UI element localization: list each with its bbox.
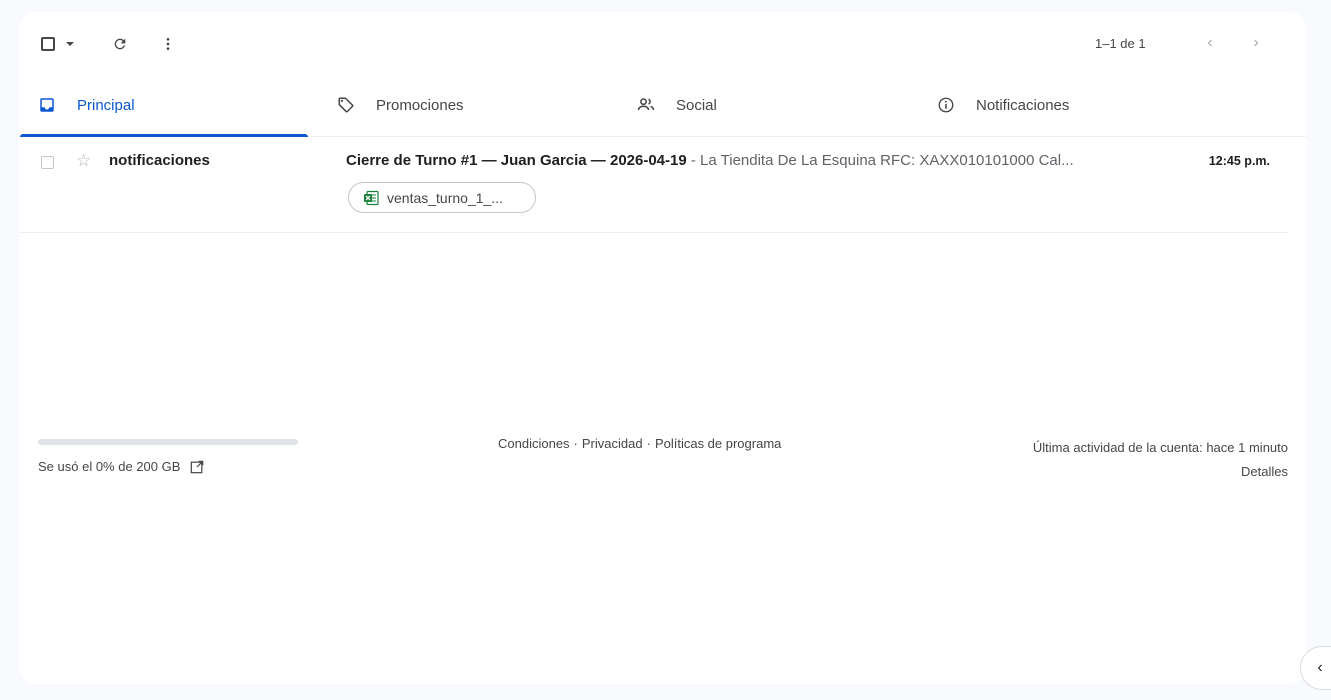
chevron-left-icon: ‹	[1207, 34, 1213, 51]
program-policies-link[interactable]: Políticas de programa	[655, 436, 781, 451]
checkbox-icon	[41, 37, 55, 51]
message-checkbox[interactable]	[41, 156, 54, 169]
tab-notificaciones[interactable]: Notificaciones	[936, 74, 1069, 136]
next-page-button[interactable]: ›	[1245, 32, 1267, 54]
select-dropdown-button[interactable]	[64, 38, 76, 50]
storage-bar	[38, 439, 298, 445]
message-subject: Cierre de Turno #1 — Juan Garcia — 2026-…	[346, 152, 687, 169]
storage-text: Se usó el 0% de 200 GB	[38, 459, 181, 474]
more-vert-icon	[166, 38, 170, 50]
last-activity-text: Última actividad de la cuenta: hace 1 mi…	[1032, 440, 1288, 455]
pagination-text: 1–1 de 1	[1095, 36, 1146, 51]
more-options-button[interactable]	[156, 32, 180, 56]
chevron-left-icon: ‹	[1317, 659, 1323, 676]
message-time: 12:45 p.m.	[1208, 154, 1270, 168]
side-panel-toggle-button[interactable]: ‹	[1300, 646, 1331, 690]
info-icon	[936, 95, 956, 115]
previous-page-button[interactable]: ‹	[1199, 32, 1221, 54]
link-separator: ·	[573, 436, 578, 451]
inbox-panel: 1–1 de 1 ‹ › Principal Promociones Socia…	[20, 12, 1306, 684]
details-link[interactable]: Detalles	[1033, 460, 1288, 484]
link-separator: ·	[646, 436, 651, 451]
tab-label: Principal	[77, 96, 135, 114]
inbox-icon	[37, 95, 57, 115]
refresh-icon	[114, 38, 126, 50]
storage-usage: Se usó el 0% de 200 GB	[38, 459, 204, 474]
star-icon[interactable]: ☆	[76, 151, 91, 171]
caret-down-icon	[66, 42, 74, 46]
attachment-name: ventas_turno_1_...	[387, 189, 503, 206]
select-all-checkbox[interactable]	[40, 36, 56, 52]
tag-icon	[336, 95, 356, 115]
toolbar: 1–1 de 1 ‹ ›	[20, 12, 1306, 74]
attachment-chip[interactable]: ventas_turno_1_...	[348, 182, 536, 213]
category-tabs: Principal Promociones Social Notificacio…	[20, 74, 1306, 137]
open-external-icon[interactable]	[190, 460, 204, 474]
tab-label: Notificaciones	[976, 96, 1070, 114]
tab-promociones[interactable]: Promociones	[336, 74, 464, 136]
people-icon	[636, 95, 656, 115]
account-activity: Última actividad de la cuenta: hace 1 mi…	[1033, 436, 1288, 484]
chevron-right-icon: ›	[1253, 34, 1259, 51]
tab-label: Promociones	[376, 96, 464, 114]
refresh-button[interactable]	[108, 32, 132, 56]
message-subject-line: Cierre de Turno #1 — Juan Garcia — 2026-…	[346, 152, 1176, 169]
subject-separator: -	[686, 152, 701, 169]
terms-link[interactable]: Condiciones	[498, 436, 570, 451]
message-snippet: La Tiendita De La Esquina RFC: XAXX01010…	[700, 152, 1074, 169]
message-sender: notificaciones	[109, 152, 210, 169]
tab-label: Social	[676, 96, 717, 114]
tab-social[interactable]: Social	[636, 74, 717, 136]
privacy-link[interactable]: Privacidad	[582, 436, 643, 451]
excel-file-icon	[363, 190, 379, 206]
tab-principal[interactable]: Principal	[20, 74, 308, 137]
message-row[interactable]: ☆ notificaciones Cierre de Turno #1 — Ju…	[20, 136, 1288, 233]
footer-links: Condiciones · Privacidad · Políticas de prog…	[498, 436, 781, 451]
